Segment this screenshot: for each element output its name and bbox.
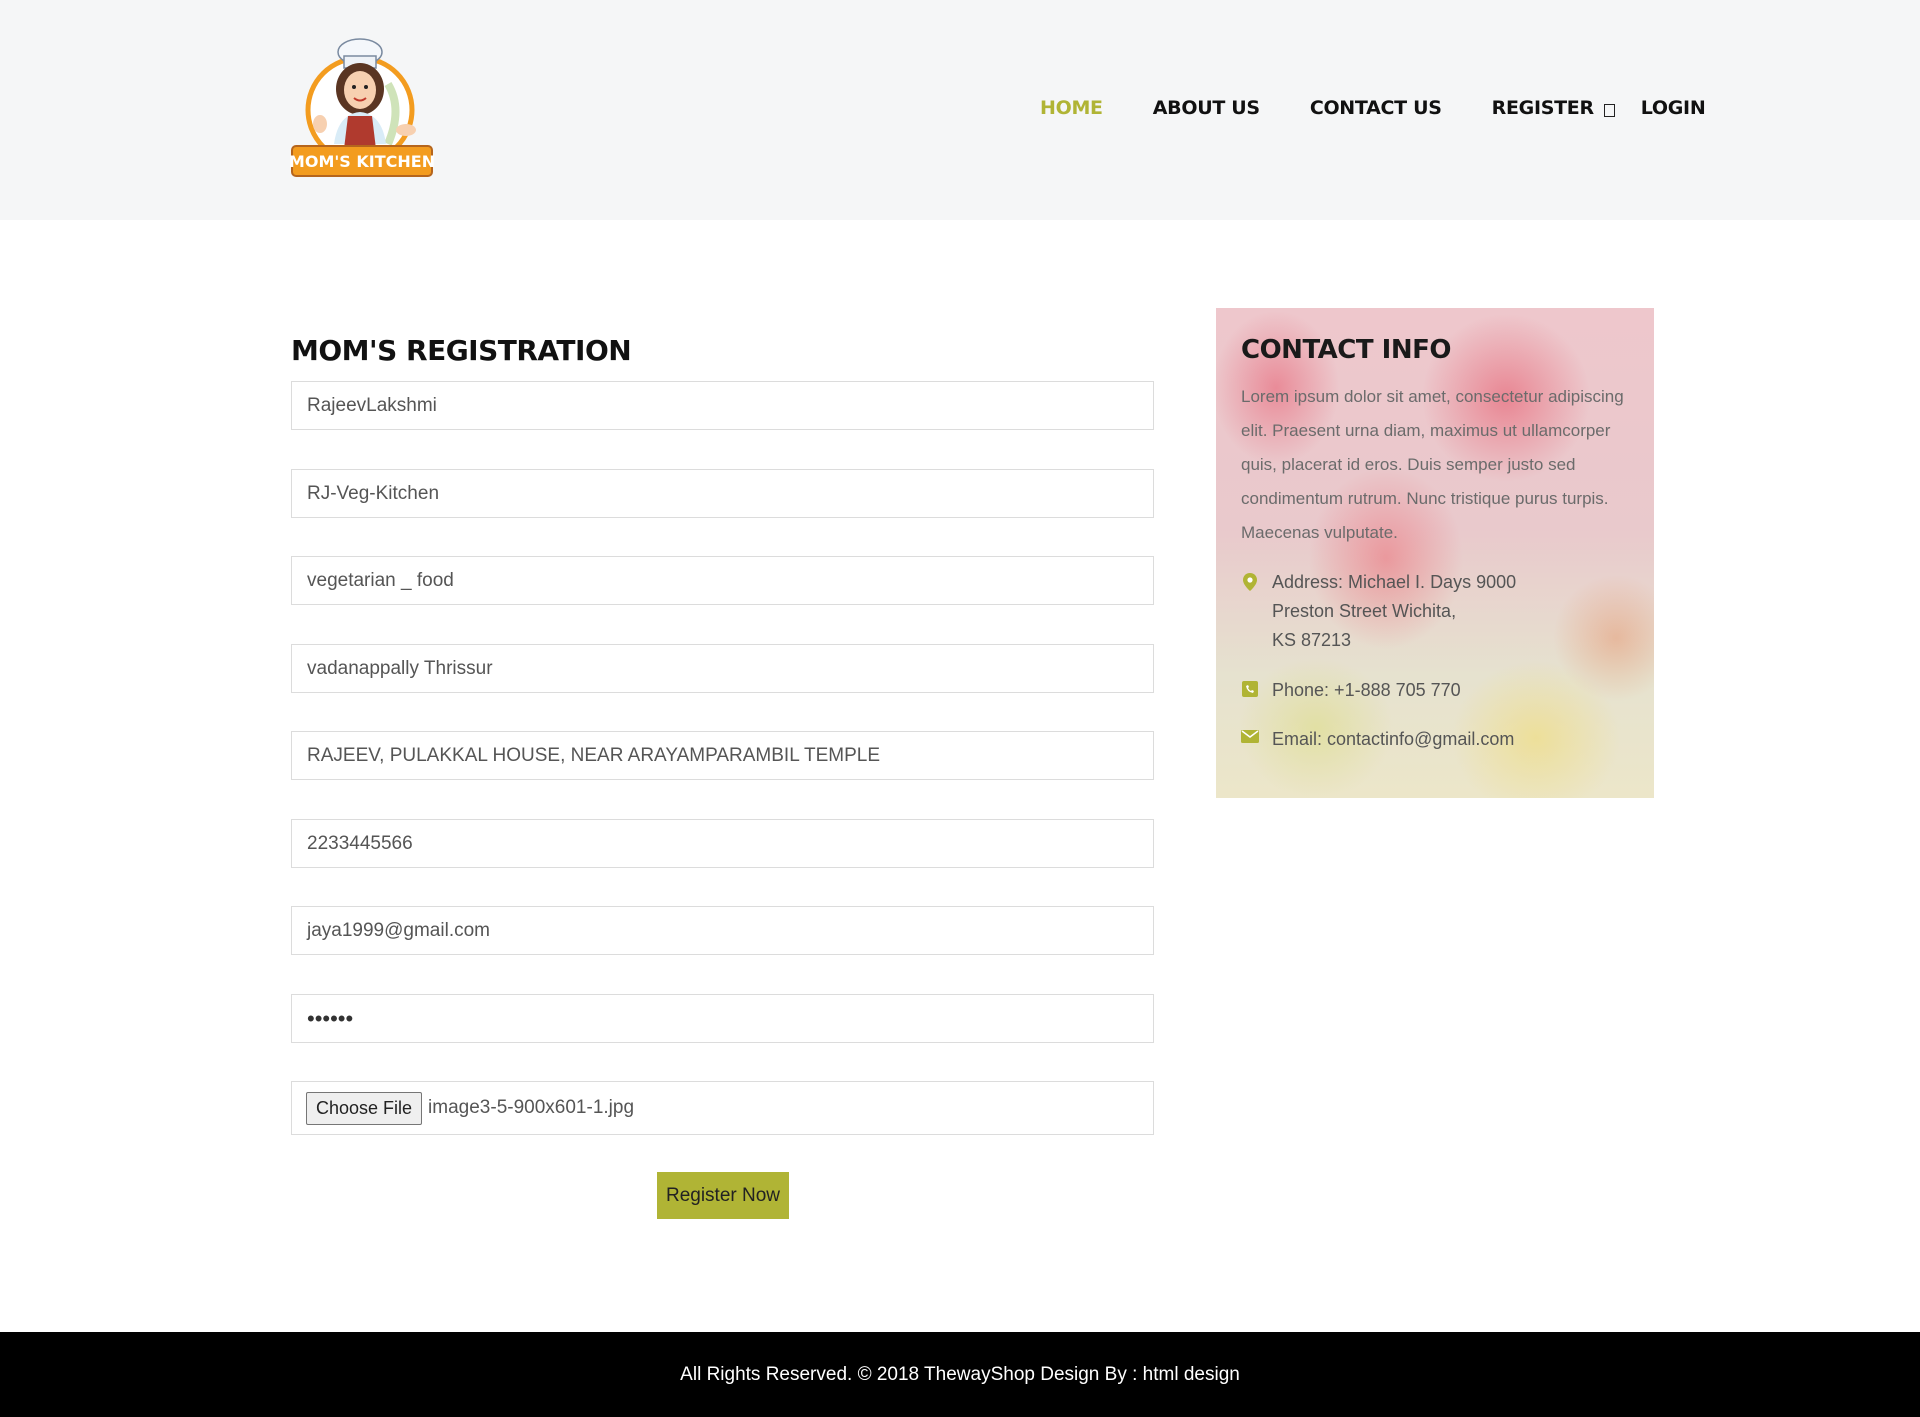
phone-text: Phone: +1-888 705 770 <box>1272 680 1461 700</box>
register-now-button[interactable]: Register Now <box>657 1172 789 1219</box>
contact-info-panel: CONTACT INFO Lorem ipsum dolor sit amet,… <box>1216 308 1654 798</box>
main-nav: HOME ABOUT US CONTACT US REGISTER LOGIN <box>1040 97 1706 119</box>
file-name-label: image3-5-900x601-1.jpg <box>428 1097 635 1118</box>
envelope-icon <box>1241 730 1259 743</box>
phone-value: 2233445566 <box>307 832 413 854</box>
address-line-1: Address: Michael I. Days 9000 <box>1272 572 1517 592</box>
registration-title: MOM'S REGISTRATION <box>291 334 632 367</box>
password-input[interactable]: •••••• <box>291 994 1154 1043</box>
email-input[interactable]: jaya1999@gmail.com <box>291 906 1154 955</box>
contact-info-title: CONTACT INFO <box>1241 335 1451 365</box>
footer-copyright: All Rights Reserved. © 2018 ThewayShop D… <box>680 1363 1240 1385</box>
location-value: vadanappally Thrissur <box>307 657 493 679</box>
location-input[interactable]: vadanappally Thrissur <box>291 644 1154 693</box>
email-value: jaya1999@gmail.com <box>307 919 490 941</box>
name-input[interactable]: RajeevLakshmi <box>291 381 1154 430</box>
contact-address: Address: Michael I. Days 9000 Preston St… <box>1241 568 1572 655</box>
phone-input[interactable]: 2233445566 <box>291 819 1154 868</box>
food-type-input[interactable]: vegetarian _ food <box>291 556 1154 605</box>
name-value: RajeevLakshmi <box>307 394 437 416</box>
contact-description: Lorem ipsum dolor sit amet, consectetur … <box>1241 387 1624 542</box>
phone-icon <box>1241 681 1259 697</box>
nav-contact-us[interactable]: CONTACT US <box>1310 97 1442 119</box>
kitchen-name-value: RJ-Veg-Kitchen <box>307 482 440 504</box>
file-upload-field: Choose File image3-5-900x601-1.jpg <box>291 1081 1154 1135</box>
logo-text: MOM'S KITCHEN <box>289 152 435 171</box>
nav-about-us[interactable]: ABOUT US <box>1153 97 1260 119</box>
nav-register[interactable]: REGISTER <box>1492 97 1594 119</box>
contact-email: Email: contactinfo@gmail.com <box>1241 725 1572 754</box>
address-line-3: KS 87213 <box>1272 630 1352 650</box>
moms-kitchen-logo[interactable]: MOM'S KITCHEN <box>288 34 438 184</box>
site-footer: All Rights Reserved. © 2018 ThewayShop D… <box>0 1332 1920 1417</box>
address-line-2: Preston Street Wichita, <box>1272 601 1457 621</box>
contact-phone: Phone: +1-888 705 770 <box>1241 676 1572 705</box>
site-header: MOM'S KITCHEN HOME ABOUT US CONTACT US R… <box>0 0 1920 220</box>
nav-home[interactable]: HOME <box>1040 97 1103 119</box>
register-icon <box>1603 103 1615 117</box>
food-type-value: vegetarian _ food <box>307 569 454 591</box>
password-mask: •••••• <box>307 1005 354 1031</box>
map-marker-icon <box>1241 573 1259 591</box>
email-text: Email: contactinfo@gmail.com <box>1272 729 1515 749</box>
nav-login[interactable]: LOGIN <box>1641 97 1706 119</box>
address-input[interactable]: RAJEEV, PULAKKAL HOUSE, NEAR ARAYAMPARAM… <box>291 731 1154 780</box>
address-value: RAJEEV, PULAKKAL HOUSE, NEAR ARAYAMPARAM… <box>307 744 881 766</box>
kitchen-name-input[interactable]: RJ-Veg-Kitchen <box>291 469 1154 518</box>
choose-file-button[interactable]: Choose File <box>306 1091 423 1125</box>
